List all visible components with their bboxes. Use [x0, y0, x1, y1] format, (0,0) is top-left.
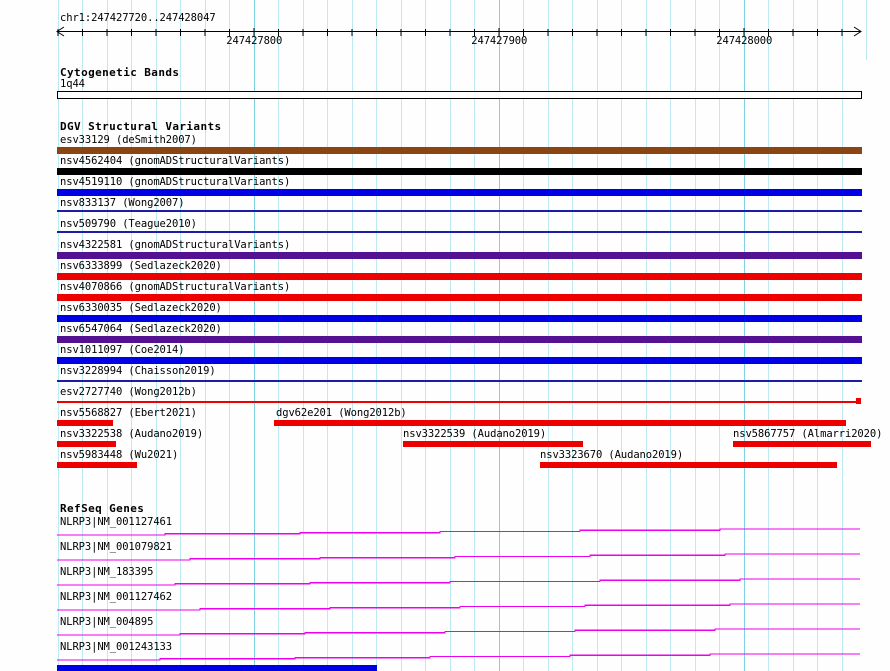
- variant-bar[interactable]: [57, 189, 862, 196]
- variant-label: nsv3323670 (Audano2019): [540, 449, 684, 461]
- variant-bar[interactable]: [274, 420, 846, 426]
- variant-bar[interactable]: [57, 294, 862, 301]
- minor-gridline: [866, 0, 868, 60]
- variant-bar[interactable]: [856, 398, 861, 404]
- ruler-tick-label: 247427800: [226, 35, 283, 47]
- region-title: chr1:247427720..247428047: [60, 12, 216, 24]
- variant-label: esv33129 (deSmith2007): [60, 134, 197, 146]
- variant-label: nsv4070866 (gnomADStructuralVariants): [60, 281, 291, 293]
- variant-bar[interactable]: [540, 462, 837, 468]
- variant-bar[interactable]: [57, 441, 116, 447]
- ruler-right-arrow-icon: [853, 26, 862, 37]
- variant-label: nsv4322581 (gnomADStructuralVariants): [60, 239, 291, 251]
- variant-bar[interactable]: [57, 168, 862, 175]
- variant-bar[interactable]: [57, 357, 862, 364]
- variant-label: nsv3322538 (Audano2019): [60, 428, 204, 440]
- ruler-tick-label: 247428000: [716, 35, 773, 47]
- gene-line[interactable]: [57, 578, 860, 586]
- genome-browser-canvas: chr1:247427720..247428047 Cytogenetic Ba…: [0, 0, 890, 671]
- variant-label: nsv5568827 (Ebert2021): [60, 407, 197, 419]
- variant-bar[interactable]: [57, 252, 862, 259]
- variant-bar[interactable]: [57, 231, 862, 233]
- section-header-dgv-structural-variants: DGV Structural Variants: [60, 120, 222, 133]
- gene-label: NLRP3|NM_001127462: [60, 591, 172, 603]
- variant-bar[interactable]: [57, 336, 862, 343]
- variant-bar[interactable]: [57, 315, 862, 322]
- gene-line[interactable]: [57, 653, 860, 661]
- cytoband-label: 1q44: [60, 78, 85, 90]
- variant-label: nsv6547064 (Sedlazeck2020): [60, 323, 222, 335]
- variant-label: nsv5983448 (Wu2021): [60, 449, 179, 461]
- variant-bar[interactable]: [57, 462, 137, 468]
- cytoband-box: [57, 91, 862, 99]
- variant-label: nsv509790 (Teague2010): [60, 218, 197, 230]
- variant-bar[interactable]: [57, 147, 862, 154]
- variant-label: nsv4519110 (gnomADStructuralVariants): [60, 176, 291, 188]
- gene-label: NLRP3|NM_001079821: [60, 541, 172, 553]
- variant-label: nsv1011097 (Coe2014): [60, 344, 185, 356]
- variant-bar[interactable]: [57, 420, 113, 426]
- gene-line[interactable]: [57, 628, 860, 636]
- gene-label: NLRP3|NM_004895: [60, 616, 154, 628]
- gene-line[interactable]: [57, 528, 860, 536]
- variant-label: nsv3228994 (Chaisson2019): [60, 365, 216, 377]
- variant-label: esv2727740 (Wong2012b): [60, 386, 197, 398]
- gene-label: NLRP3|NM_001243133: [60, 641, 172, 653]
- gene-label: NLRP3|NM_001127461: [60, 516, 172, 528]
- section-header-refseq-genes: RefSeq Genes: [60, 502, 145, 515]
- variant-label: nsv3322539 (Audano2019): [403, 428, 547, 440]
- variant-label: nsv833137 (Wong2007): [60, 197, 185, 209]
- variant-bar[interactable]: [57, 380, 862, 382]
- gene-line[interactable]: [57, 603, 860, 611]
- variant-label: nsv4562404 (gnomADStructuralVariants): [60, 155, 291, 167]
- variant-label: nsv6333899 (Sedlazeck2020): [60, 260, 222, 272]
- variant-bar[interactable]: [57, 273, 862, 280]
- variant-bar[interactable]: [57, 401, 857, 403]
- gene-label: NLRP3|NM_183395: [60, 566, 154, 578]
- variant-label: nsv6330035 (Sedlazeck2020): [60, 302, 222, 314]
- variant-label: nsv5867757 (Almarri2020): [733, 428, 883, 440]
- ruler-tick-label: 247427900: [471, 35, 528, 47]
- gene-line[interactable]: [57, 553, 860, 561]
- variant-bar[interactable]: [733, 441, 871, 447]
- variant-bar[interactable]: [57, 210, 862, 212]
- partial-variant-bar[interactable]: [57, 665, 377, 671]
- variant-label: dgv62e201 (Wong2012b): [276, 407, 407, 419]
- variant-bar[interactable]: [403, 441, 583, 447]
